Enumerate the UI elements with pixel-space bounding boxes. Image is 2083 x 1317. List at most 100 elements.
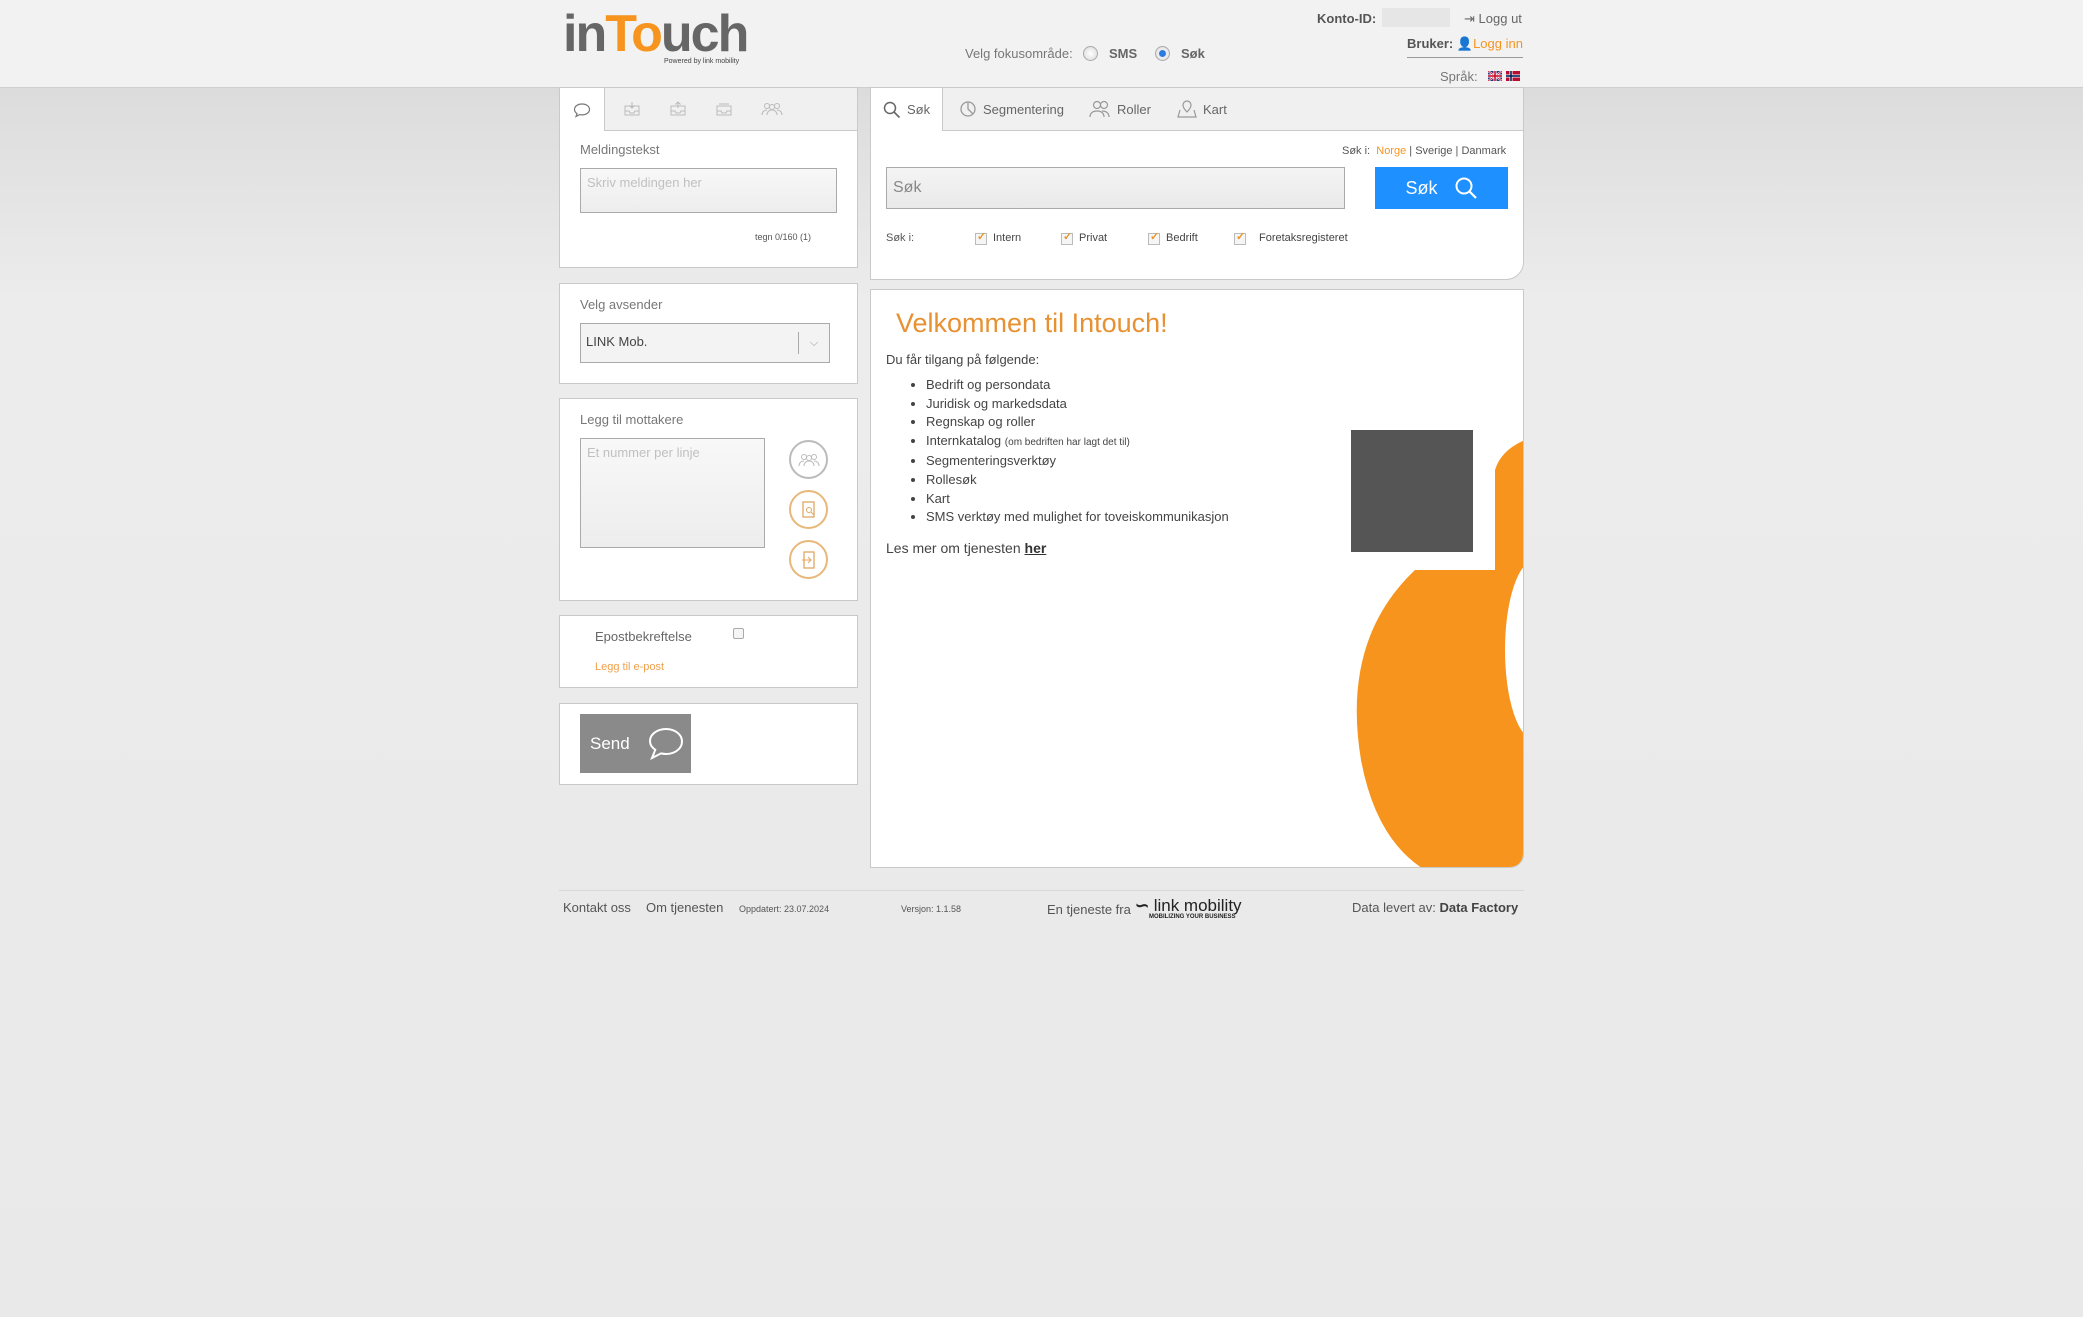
contact-link[interactable]: Kontakt oss xyxy=(563,900,631,915)
search-tabs: Søk Segmentering Roller Kart xyxy=(871,88,1523,131)
filter-foretak-checkbox[interactable] xyxy=(1234,230,1246,245)
header: inTouch Powered by link mobility Velg fo… xyxy=(0,0,2083,88)
outbox-icon xyxy=(670,101,686,116)
search-button[interactable]: Søk xyxy=(1375,167,1508,209)
filter-bedrift-label[interactable]: Bedrift xyxy=(1166,232,1198,244)
read-more-link[interactable]: her xyxy=(1025,540,1047,556)
footer-divider xyxy=(559,890,1524,891)
region-selector: Søk i: Norge | Sverige | Danmark xyxy=(1342,145,1507,157)
list-item: Segmenteringsverktøy xyxy=(926,452,1229,471)
intouch-logo[interactable]: inTouch xyxy=(563,5,749,63)
focus-radio-sok-label[interactable]: Søk xyxy=(1181,46,1205,61)
logo-part: in xyxy=(563,5,607,63)
list-item: SMS verktøy med mulighet for toveiskommu… xyxy=(926,508,1229,527)
roles-icon xyxy=(1089,100,1110,118)
english-flag-icon[interactable] xyxy=(1488,71,1502,81)
sender-select-value: LINK Mob. xyxy=(586,334,648,349)
tab-inbox[interactable] xyxy=(612,88,652,130)
data-provider: Data levert av: Data Factory xyxy=(1352,900,1518,915)
focus-label: Velg fokusområde: xyxy=(965,46,1073,61)
melding-title: Meldingstekst xyxy=(580,142,660,157)
recipients-panel: Legg til mottakere xyxy=(559,398,858,601)
tab-roller-label: Roller xyxy=(1117,101,1151,117)
char-counter: tegn 0/160 (1) xyxy=(755,232,812,242)
tab-groups[interactable] xyxy=(750,88,794,130)
link-mobility-brand: link mobility xyxy=(1153,896,1242,915)
search-button-label: Søk xyxy=(1405,177,1438,198)
contact-search-icon xyxy=(801,500,815,518)
epost-checkbox[interactable] xyxy=(733,628,744,639)
recipients-textarea[interactable] xyxy=(580,438,765,548)
logo-subtitle: Powered by link mobility xyxy=(664,58,740,65)
filter-intern-label[interactable]: Intern xyxy=(993,232,1021,244)
logout-link[interactable]: ⇥ Logg ut xyxy=(1464,11,1522,27)
service-from: En tjeneste fra xyxy=(1047,902,1131,917)
region-label: Søk i: xyxy=(1342,145,1371,157)
filter-privat-label[interactable]: Privat xyxy=(1079,232,1107,244)
region-sverige[interactable]: Sverige xyxy=(1415,145,1452,157)
list-item: Regnskap og roller xyxy=(926,413,1229,432)
feature-list: Bedrift og persondata Juridisk og marked… xyxy=(886,376,1229,527)
tab-sok[interactable]: Søk xyxy=(871,88,944,131)
version: Versjon: 1.1.58 xyxy=(901,904,962,914)
link-mobility-logo-mark: ∽ xyxy=(1135,896,1150,915)
list-item: Internkatalog (om bedriften har lagt det… xyxy=(926,432,1229,453)
about-link[interactable]: Om tjenesten xyxy=(646,900,723,915)
chevron-down-icon[interactable]: ⌵ xyxy=(798,332,829,354)
tab-kart[interactable]: Kart xyxy=(1177,88,1227,130)
data-provider-name[interactable]: Data Factory xyxy=(1439,900,1518,915)
language-label: Språk: xyxy=(1440,69,1478,84)
add-group-button[interactable] xyxy=(789,440,828,479)
link-mobility-tagline: MOBILIZING YOUR BUSINESS xyxy=(1149,914,1236,920)
email-panel: Epostbekreftelse Legg til e-post xyxy=(559,615,858,688)
tab-outbox[interactable] xyxy=(658,88,698,130)
focus-radio-sok[interactable] xyxy=(1155,46,1170,61)
updated-date: Oppdatert: 23.07.2024 xyxy=(739,904,830,914)
filter-foretak-label[interactable]: Foretaksregisteret xyxy=(1259,232,1348,244)
norwegian-flag-icon[interactable] xyxy=(1506,71,1520,81)
konto-id-value xyxy=(1382,8,1450,27)
logo-part: To xyxy=(605,5,663,63)
list-item: Rollesøk xyxy=(926,471,1229,490)
list-item-note: (om bedriften har lagt det til) xyxy=(1004,436,1130,448)
filter-intern-checkbox[interactable] xyxy=(975,230,987,245)
archive-icon xyxy=(716,103,732,116)
search-input[interactable] xyxy=(886,167,1345,209)
link-mobility-logo[interactable]: ∽ link mobility MOBILIZING YOUR BUSINESS xyxy=(1135,896,1242,920)
logout-icon: ⇥ xyxy=(1464,11,1475,26)
tab-roller[interactable]: Roller xyxy=(1089,88,1151,130)
send-label: Send xyxy=(590,733,630,753)
inbox-icon xyxy=(624,102,640,116)
focus-radio-sms-label[interactable]: SMS xyxy=(1109,46,1137,61)
filter-label: Søk i: xyxy=(886,232,915,244)
tab-message[interactable] xyxy=(560,88,605,131)
tab-segmentering[interactable]: Segmentering xyxy=(959,88,1064,130)
sender-panel: Velg avsender LINK Mob. ⌵ xyxy=(559,283,858,384)
send-button[interactable]: Send xyxy=(580,714,691,773)
sender-select[interactable]: LINK Mob. ⌵ xyxy=(580,323,830,363)
region-danmark[interactable]: Danmark xyxy=(1461,145,1506,157)
welcome-title: Velkommen til Intouch! xyxy=(896,308,1168,338)
avsender-title: Velg avsender xyxy=(580,297,663,312)
add-email-link[interactable]: Legg til e-post xyxy=(595,661,664,673)
map-icon xyxy=(1177,100,1197,118)
search-contact-button[interactable] xyxy=(789,490,828,529)
user-info: Bruker: 👤Logg inn xyxy=(1407,36,1523,58)
filter-privat-checkbox[interactable] xyxy=(1061,230,1073,245)
message-textarea[interactable] xyxy=(580,168,837,213)
user-label: Bruker: xyxy=(1407,36,1454,51)
tab-archive[interactable] xyxy=(704,88,744,130)
message-icon xyxy=(573,102,591,118)
logout-label: Logg ut xyxy=(1478,11,1522,26)
import-button[interactable] xyxy=(789,540,828,579)
filter-bedrift-checkbox[interactable] xyxy=(1148,230,1160,245)
welcome-intro: Du får tilgang på følgende: xyxy=(886,352,1040,367)
focus-radio-sms[interactable] xyxy=(1083,46,1098,61)
import-icon xyxy=(801,550,815,569)
logo-part: uch xyxy=(660,5,749,63)
region-norge[interactable]: Norge xyxy=(1376,145,1406,157)
speech-bubble-icon xyxy=(648,727,683,760)
konto-id-label: Konto-ID: xyxy=(1317,11,1377,26)
mottakere-title: Legg til mottakere xyxy=(580,412,684,427)
login-link[interactable]: Logg inn xyxy=(1473,36,1523,51)
